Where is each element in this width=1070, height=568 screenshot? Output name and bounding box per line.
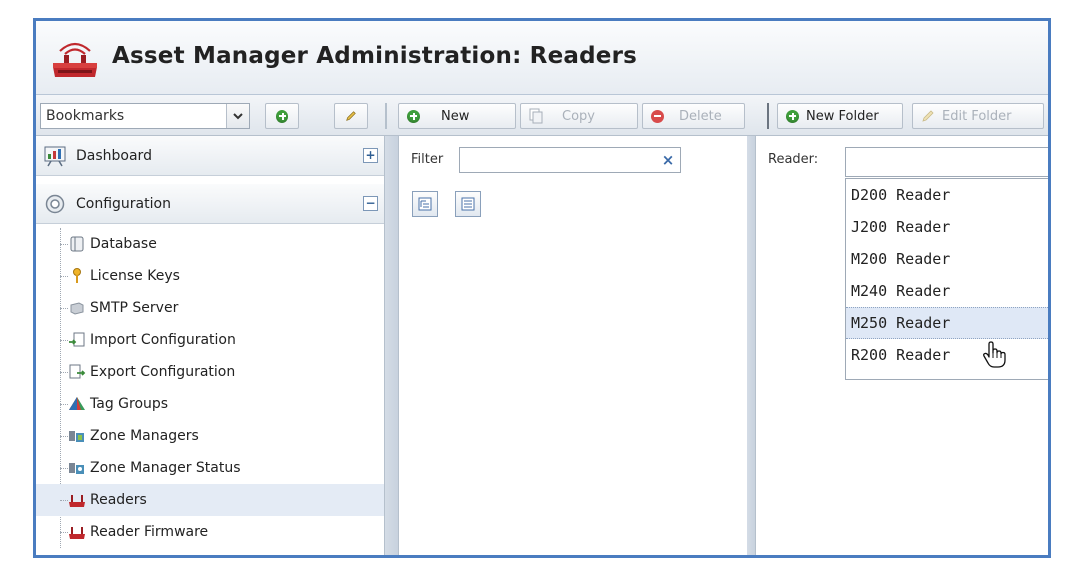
delete-icon [651,109,664,123]
zone-status-icon [69,463,84,474]
dropdown-option[interactable]: J200 Reader [846,211,1048,243]
sidebar-item-license-keys[interactable]: License Keys [36,260,384,292]
sidebar-item-label: License Keys [90,268,180,284]
tree-view-button[interactable] [412,191,438,217]
clear-filter-icon[interactable]: × [659,151,677,169]
reader-logo-icon [53,42,97,77]
import-icon [69,332,85,347]
key-icon [73,268,81,283]
accordion-configuration-label: Configuration [76,195,171,212]
new-folder-button-label: New Folder [806,108,879,124]
bookmarks-select[interactable]: Bookmarks [40,103,250,129]
dropdown-option-hovered[interactable]: M250 Reader [846,307,1048,339]
navigation-panel: Dashboard + Configuration − Database Lic… [36,136,385,555]
sidebar-item-label: Import Configuration [90,332,236,348]
dropdown-option[interactable]: D200 Reader [846,179,1048,211]
sidebar-item-label: Reader Firmware [90,524,209,540]
toolbar-separator [767,103,769,129]
sidebar-item-label: Export Configuration [90,364,236,380]
reader-firmware-icon [69,527,85,539]
tree-view-icon [418,197,432,211]
chevron-down-icon[interactable] [226,104,249,128]
sidebar-item-smtp-server[interactable]: SMTP Server [36,292,384,324]
add-icon [407,109,420,123]
page-title: Asset Manager Administration: Readers [112,43,638,69]
dashboard-icon [44,146,66,166]
sidebar-item-database[interactable]: Database [36,228,384,260]
new-folder-button[interactable]: New Folder [777,103,903,129]
add-bookmark-button[interactable] [265,103,299,129]
sidebar-item-readers[interactable]: Readers [36,484,384,516]
sidebar-item-export-configuration[interactable]: Export Configuration [36,356,384,388]
server-icon [70,302,84,315]
sidebar-item-tag-groups[interactable]: Tag Groups [36,388,384,420]
title-bar: Asset Manager Administration: Readers [36,21,1048,95]
expand-toggle[interactable]: + [363,148,378,163]
app-window: Asset Manager Administration: Readers Bo… [33,18,1051,558]
database-icon [70,236,84,252]
edit-folder-button[interactable]: Edit Folder [912,103,1044,129]
list-view-icon [461,197,475,211]
sidebar-item-import-configuration[interactable]: Import Configuration [36,324,384,356]
toolbar: Bookmarks New Copy Delete New Folder Edi… [36,95,1048,136]
dropdown-option[interactable]: M240 Reader [846,275,1048,307]
sidebar-item-label: Readers [90,492,147,508]
collapse-toggle[interactable]: − [363,196,378,211]
zone-manager-icon [69,431,84,442]
export-icon [69,364,86,379]
sidebar-item-label: Zone Manager Status [90,460,241,476]
delete-button-label: Delete [679,108,722,124]
sidebar-item-label: SMTP Server [90,300,179,316]
reader-combobox[interactable] [845,147,1048,177]
delete-button[interactable]: Delete [642,103,745,129]
gear-icon [45,194,65,213]
sidebar-item-label: Database [90,236,157,252]
configuration-tree: Database License Keys SMTP Server Import… [36,228,384,548]
pencil-icon [922,110,934,122]
copy-button-label: Copy [562,108,595,124]
reader-label: Reader: [768,152,819,167]
list-view-button[interactable] [455,191,481,217]
edit-bookmark-button[interactable] [334,103,368,129]
add-icon [786,109,799,123]
new-button[interactable]: New [398,103,516,129]
accordion-configuration[interactable]: Configuration − [36,184,384,224]
sidebar-item-label: Tag Groups [90,396,169,412]
filter-label: Filter [411,152,444,167]
pencil-icon [346,111,356,121]
sidebar-item-zone-managers[interactable]: Zone Managers [36,420,384,452]
tag-group-icon [69,397,85,410]
hand-pointer-cursor-icon [983,341,1006,368]
dropdown-option[interactable]: M200 Reader [846,243,1048,275]
reader-dropdown-list: D200 Reader J200 Reader M200 Reader M240… [845,178,1048,380]
accordion-dashboard[interactable]: Dashboard + [36,136,384,176]
reader-icon [69,495,85,507]
edit-folder-button-label: Edit Folder [942,108,1012,124]
reader-list-panel: Filter × [398,136,748,555]
sidebar-item-reader-firmware[interactable]: Reader Firmware [36,516,384,548]
accordion-dashboard-label: Dashboard [76,147,152,164]
new-button-label: New [441,108,470,124]
panel-gutter [385,136,398,555]
reader-detail-panel: Reader: D200 Reader J200 Reader M200 Rea… [755,136,1048,555]
bookmarks-value: Bookmarks [46,108,125,124]
copy-button[interactable]: Copy [520,103,638,129]
filter-input[interactable]: × [459,147,681,173]
toolbar-divider [385,103,387,129]
sidebar-item-label: Zone Managers [90,428,199,444]
add-icon [276,109,288,123]
dropdown-option[interactable]: R200 Reader [846,339,1048,371]
panel-gutter [747,136,755,555]
sidebar-item-zone-manager-status[interactable]: Zone Manager Status [36,452,384,484]
copy-icon [529,108,543,124]
